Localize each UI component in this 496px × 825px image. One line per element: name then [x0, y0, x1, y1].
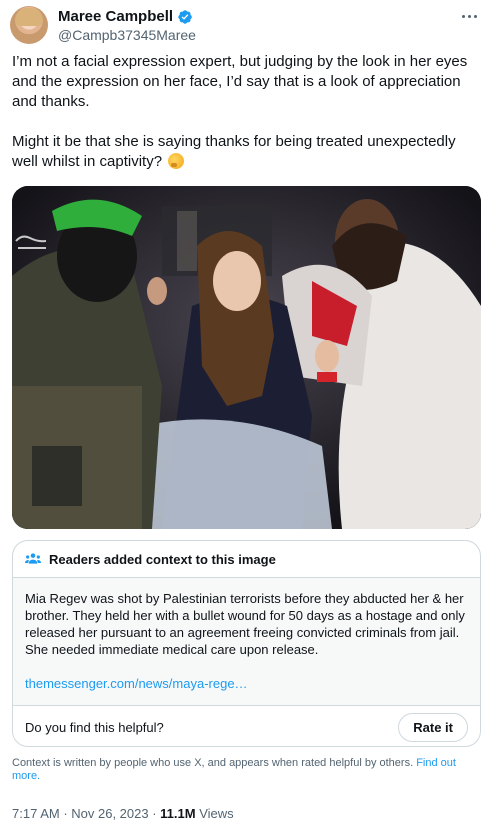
- tweet-text: I’m not a facial expression expert, but …: [12, 52, 484, 172]
- people-icon: [25, 553, 41, 564]
- community-note-text: Mia Regev was shot by Palestinian terror…: [25, 591, 465, 657]
- tweet-date[interactable]: Nov 26, 2023: [71, 806, 148, 821]
- community-note-footer: Do you find this helpful? Rate it: [13, 706, 480, 746]
- meta-separator: ·: [59, 806, 72, 821]
- display-name[interactable]: Maree Campbell: [58, 8, 173, 25]
- verified-badge-icon: [178, 9, 192, 24]
- community-note-body: Mia Regev was shot by Palestinian terror…: [13, 578, 480, 706]
- rate-it-button[interactable]: Rate it: [398, 712, 468, 742]
- helpful-question: Do you find this helpful?: [25, 719, 164, 735]
- community-note: Readers added context to this image Mia …: [12, 540, 481, 747]
- more-options-icon[interactable]: [458, 8, 480, 24]
- tweet-metadata: 7:17 AM · Nov 26, 2023 · 11.1M Views: [12, 806, 234, 821]
- context-footer-text: Context is written by people who use X, …: [12, 757, 414, 769]
- views-label: Views: [195, 806, 234, 821]
- avatar[interactable]: [10, 6, 48, 44]
- context-footer: Context is written by people who use X, …: [12, 757, 472, 783]
- tweet-image-illustration: [12, 186, 481, 529]
- thinking-face-emoji-icon: [168, 153, 185, 169]
- author-handle[interactable]: @Campb37345Maree: [58, 27, 196, 43]
- tweet-time[interactable]: 7:17 AM: [12, 806, 60, 821]
- tweet-image[interactable]: [12, 186, 481, 529]
- community-note-title: Readers added context to this image: [49, 551, 276, 567]
- community-note-link[interactable]: themessenger.com/news/maya-rege…: [25, 676, 248, 691]
- meta-separator: ·: [148, 806, 161, 821]
- author-name-row: Maree Campbell: [58, 8, 193, 25]
- community-note-header: Readers added context to this image: [13, 541, 480, 578]
- tweet-text-paragraph-1: I’m not a facial expression expert, but …: [12, 53, 472, 110]
- views-count: 11.1M: [160, 806, 196, 821]
- tweet-text-paragraph-2: Might it be that she is saying thanks fo…: [12, 133, 460, 170]
